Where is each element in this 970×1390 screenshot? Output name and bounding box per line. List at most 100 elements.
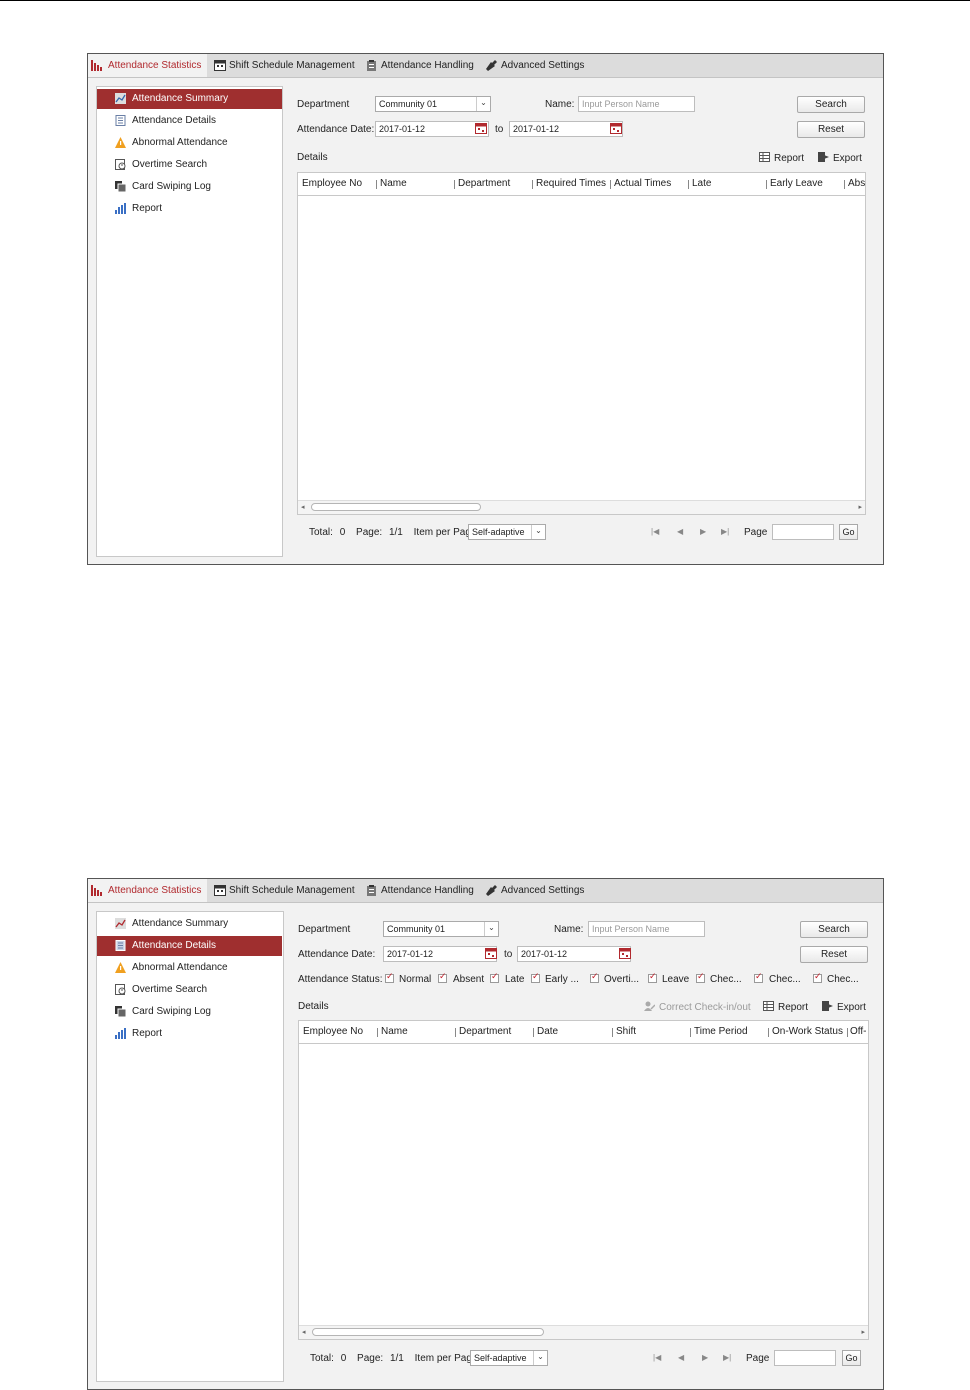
- sidebar-item-abnormal-attendance[interactable]: Abnormal Attendance: [97, 958, 282, 978]
- calendar-icon[interactable]: [485, 947, 497, 959]
- search-button[interactable]: Search: [800, 921, 868, 938]
- status-checkbox[interactable]: [813, 972, 822, 983]
- sidebar-item-label: Report: [132, 1028, 163, 1039]
- scroll-right-icon[interactable]: ▸: [858, 501, 862, 514]
- status-option-label: Chec...: [769, 974, 801, 985]
- calendar-grid-icon: [214, 885, 226, 896]
- page-number-input[interactable]: [774, 1350, 836, 1366]
- horizontal-scrollbar[interactable]: ◂ ▸: [299, 1325, 868, 1339]
- page-number-input[interactable]: [772, 524, 834, 540]
- date-from-input[interactable]: 2017-01-12: [375, 121, 489, 137]
- last-page-icon[interactable]: ▶|: [721, 527, 729, 536]
- sidebar-item-attendance-details[interactable]: Attendance Details: [97, 111, 282, 131]
- status-checkbox[interactable]: [490, 972, 499, 983]
- tab-attendance-statistics[interactable]: Attendance Statistics: [88, 879, 208, 902]
- department-dropdown[interactable]: Community 01 ⌄: [375, 96, 491, 112]
- column-header[interactable]: Time Period: [694, 1021, 766, 1043]
- column-header[interactable]: Name: [381, 1021, 453, 1043]
- date-to-input[interactable]: 2017-01-12: [509, 121, 623, 137]
- scroll-right-icon[interactable]: ▸: [861, 1326, 865, 1339]
- wrench-icon: [486, 60, 497, 71]
- status-checkbox[interactable]: [438, 972, 447, 983]
- sidebar-item-card-swiping-log[interactable]: Card Swiping Log: [97, 177, 282, 197]
- sidebar-item-overtime-search[interactable]: Overtime Search: [97, 980, 282, 1000]
- column-header[interactable]: Required Times: [536, 173, 610, 195]
- scrollbar-thumb[interactable]: [312, 1328, 544, 1336]
- column-header[interactable]: Department: [458, 173, 530, 195]
- department-value: Community 01: [379, 99, 438, 109]
- scrollbar-thumb[interactable]: [311, 503, 481, 511]
- sidebar-item-abnormal-attendance[interactable]: Abnormal Attendance: [97, 133, 282, 153]
- first-page-icon[interactable]: |◀: [651, 527, 659, 536]
- column-header[interactable]: Abs: [848, 173, 865, 195]
- column-header[interactable]: Employee No: [303, 1021, 373, 1043]
- tab-shift-schedule-management[interactable]: Shift Schedule Management: [211, 54, 355, 77]
- column-separator: [610, 180, 611, 189]
- calendar-icon[interactable]: [619, 947, 631, 959]
- total-label: Total:: [309, 527, 333, 538]
- department-dropdown[interactable]: Community 01 ⌄: [383, 921, 499, 937]
- sidebar-item-attendance-summary[interactable]: Attendance Summary: [97, 914, 282, 934]
- export-button[interactable]: Export: [818, 152, 862, 164]
- column-separator: [612, 1028, 613, 1037]
- next-page-icon[interactable]: ▶: [700, 527, 706, 536]
- report-button[interactable]: Report: [759, 152, 804, 164]
- items-per-page-dropdown[interactable]: Self-adaptive ⌄: [468, 524, 546, 540]
- document-top-rule: [0, 0, 970, 1]
- date-to-input[interactable]: 2017-01-12: [517, 946, 631, 962]
- tab-attendance-statistics[interactable]: Attendance Statistics: [88, 54, 208, 77]
- reset-button[interactable]: Reset: [797, 121, 865, 138]
- status-checkbox[interactable]: [385, 972, 394, 983]
- tab-advanced-settings[interactable]: Advanced Settings: [483, 879, 584, 902]
- tab-advanced-settings[interactable]: Advanced Settings: [483, 54, 584, 77]
- date-from-input[interactable]: 2017-01-12: [383, 946, 497, 962]
- sidebar-item-overtime-search[interactable]: Overtime Search: [97, 155, 282, 175]
- page-label: Page:: [357, 1353, 384, 1364]
- scroll-left-icon[interactable]: ◂: [302, 1326, 306, 1339]
- export-button[interactable]: Export: [822, 1001, 866, 1013]
- sidebar-item-attendance-summary[interactable]: Attendance Summary: [97, 89, 282, 109]
- go-button[interactable]: Go: [839, 524, 858, 540]
- sidebar-item-attendance-details[interactable]: Attendance Details: [97, 936, 282, 956]
- next-page-icon[interactable]: ▶: [702, 1353, 708, 1362]
- column-header[interactable]: Off-: [850, 1021, 868, 1043]
- status-option-label: Chec...: [827, 974, 859, 985]
- column-header[interactable]: Department: [459, 1021, 531, 1043]
- scroll-left-icon[interactable]: ◂: [301, 501, 305, 514]
- horizontal-scrollbar[interactable]: ◂ ▸: [298, 500, 865, 514]
- person-name-input[interactable]: Input Person Name: [578, 96, 695, 112]
- person-name-input[interactable]: Input Person Name: [588, 921, 705, 937]
- column-header[interactable]: Name: [380, 173, 452, 195]
- column-header[interactable]: Early Leave: [770, 173, 842, 195]
- calendar-icon[interactable]: [475, 122, 487, 134]
- calendar-icon[interactable]: [610, 122, 622, 134]
- reset-button[interactable]: Reset: [800, 946, 868, 963]
- correct-check-in-out-button[interactable]: Correct Check-in/out: [644, 1001, 751, 1013]
- sidebar-item-report[interactable]: Report: [97, 199, 282, 219]
- status-checkbox[interactable]: [590, 972, 599, 983]
- tab-attendance-handling[interactable]: Attendance Handling: [363, 879, 474, 902]
- column-header[interactable]: Late: [692, 173, 764, 195]
- last-page-icon[interactable]: ▶|: [723, 1353, 731, 1362]
- previous-page-icon[interactable]: ◀: [678, 1353, 684, 1362]
- column-header[interactable]: Employee No: [302, 173, 372, 195]
- module-tab-bar: Attendance Statistics Shift Schedule Man…: [88, 54, 883, 78]
- status-checkbox[interactable]: [696, 972, 705, 983]
- first-page-icon[interactable]: |◀: [653, 1353, 661, 1362]
- previous-page-icon[interactable]: ◀: [677, 527, 683, 536]
- items-per-page-dropdown[interactable]: Self-adaptive ⌄: [470, 1350, 548, 1366]
- column-header[interactable]: Shift: [616, 1021, 688, 1043]
- sidebar-item-card-swiping-log[interactable]: Card Swiping Log: [97, 1002, 282, 1022]
- column-header[interactable]: Date: [537, 1021, 609, 1043]
- tab-shift-schedule-management[interactable]: Shift Schedule Management: [211, 879, 355, 902]
- go-button[interactable]: Go: [842, 1350, 861, 1366]
- search-button[interactable]: Search: [797, 96, 865, 113]
- column-header[interactable]: On-Work Status: [772, 1021, 848, 1043]
- sidebar-item-report[interactable]: Report: [97, 1024, 282, 1044]
- report-button[interactable]: Report: [763, 1001, 808, 1013]
- status-checkbox[interactable]: [648, 972, 657, 983]
- status-checkbox[interactable]: [531, 972, 540, 983]
- status-checkbox[interactable]: [754, 972, 763, 983]
- tab-attendance-handling[interactable]: Attendance Handling: [363, 54, 474, 77]
- column-header[interactable]: Actual Times: [614, 173, 686, 195]
